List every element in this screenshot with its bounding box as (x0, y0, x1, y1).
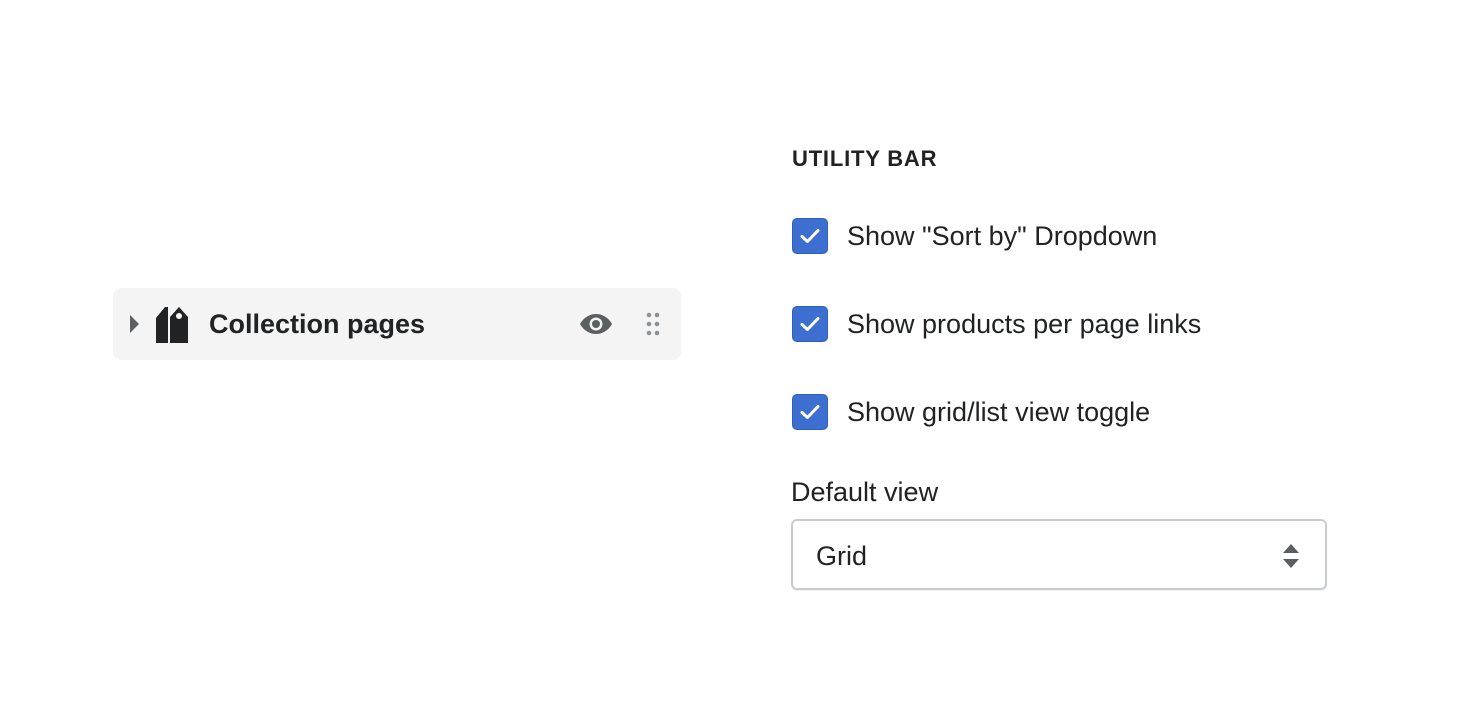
checkbox-row-grid-list-toggle[interactable]: Show grid/list view toggle (792, 393, 1150, 431)
eye-icon[interactable] (578, 308, 614, 340)
checkbox-label: Show products per page links (847, 309, 1202, 339)
panel-heading: UTILITY BAR (792, 146, 938, 171)
products-per-page-checkbox[interactable] (792, 306, 828, 342)
default-view-value: Grid (816, 541, 868, 571)
checkmark-icon (800, 317, 820, 331)
sort-by-checkbox[interactable] (792, 218, 828, 254)
checkmark-icon (800, 405, 820, 419)
grid-list-toggle-checkbox[interactable] (792, 394, 828, 430)
drag-handle-icon[interactable] (643, 310, 663, 338)
tags-icon (152, 304, 194, 346)
section-row-collection-pages[interactable]: Collection pages (113, 288, 681, 360)
checkbox-label: Show "Sort by" Dropdown (847, 221, 1158, 251)
default-view-select[interactable]: Grid (791, 519, 1327, 590)
select-arrows-icon (1281, 541, 1301, 571)
checkmark-icon (800, 229, 820, 243)
checkbox-row-products-per-page[interactable]: Show products per page links (792, 305, 1201, 343)
default-view-label: Default view (791, 477, 939, 507)
section-title: Collection pages (209, 309, 426, 339)
checkbox-row-sort-by[interactable]: Show "Sort by" Dropdown (792, 217, 1157, 255)
checkbox-label: Show grid/list view toggle (847, 397, 1151, 427)
caret-right-icon[interactable] (127, 312, 141, 336)
